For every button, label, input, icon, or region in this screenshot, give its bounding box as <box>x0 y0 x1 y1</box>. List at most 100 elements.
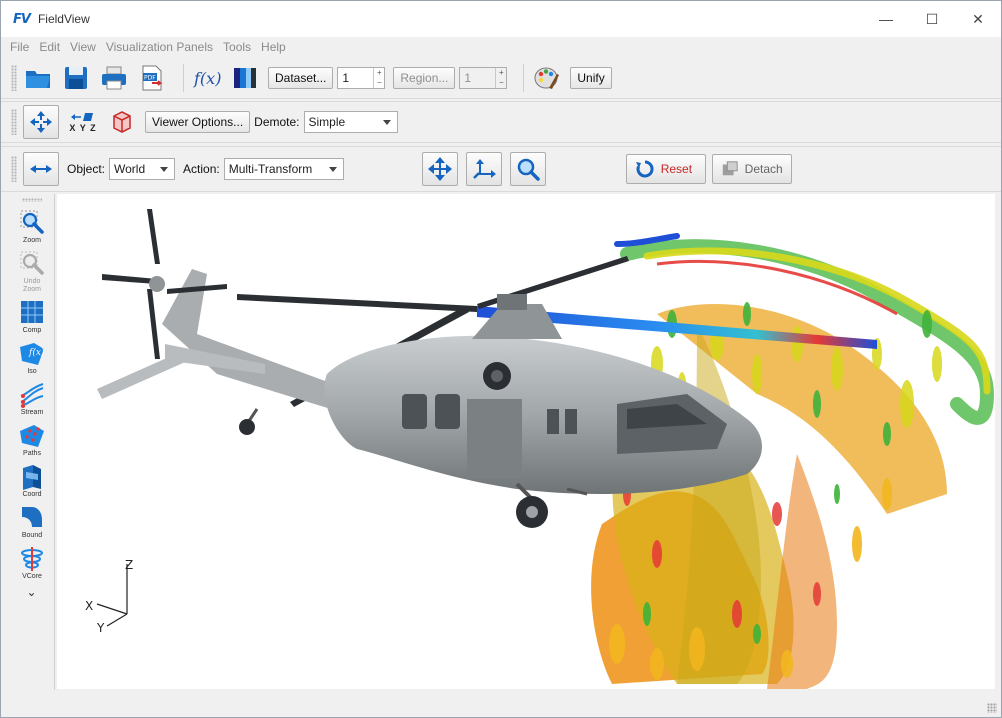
menu-tools[interactable]: Tools <box>223 40 251 54</box>
main-toolbar: PDF f(x) Dataset... 1 + − Region... 1 + − … <box>1 57 1001 99</box>
axis-z-label: Z <box>125 558 133 572</box>
chevron-down-icon <box>160 167 169 172</box>
svg-text:f(x): f(x) <box>193 69 221 88</box>
side-label-undo-zoom: Undo Zoom <box>23 278 41 293</box>
detach-label: Detach <box>744 162 783 176</box>
vortex-core-icon <box>21 547 43 571</box>
action-label: Action: <box>183 162 220 176</box>
resize-grip[interactable] <box>987 703 997 713</box>
menu-file[interactable]: File <box>10 40 29 54</box>
status-bar <box>1 691 1001 717</box>
app-logo: FV <box>13 11 31 27</box>
dataset-button[interactable]: Dataset... <box>268 66 334 89</box>
close-button[interactable]: ✕ <box>955 1 1001 37</box>
zoom-button[interactable] <box>509 152 546 186</box>
palette-icon[interactable] <box>532 63 562 93</box>
side-label-zoom: Zoom <box>23 237 41 244</box>
viewer-options-button[interactable]: Viewer Options... <box>145 111 251 133</box>
window-controls: — ☐ ✕ <box>863 1 1001 37</box>
axis-y-label: Y <box>96 621 105 635</box>
toolbar-grip[interactable] <box>11 64 17 91</box>
dataset-spin-arrows[interactable]: + − <box>373 67 384 88</box>
axis-x-label: X <box>85 599 93 613</box>
toolbar-grip[interactable] <box>11 109 17 135</box>
graphics-viewport[interactable]: Z X Y <box>57 194 995 689</box>
side-undo-zoom-button[interactable]: Undo Zoom <box>9 249 55 294</box>
action-select[interactable]: Multi-Transform <box>223 158 344 180</box>
viewer-toolbar: X Y Z Viewer Options... Demote: Simple <box>1 101 1001 143</box>
colormap-icon[interactable] <box>230 63 260 93</box>
demote-label: Demote: <box>254 115 300 129</box>
side-label-coord: Coord <box>22 491 42 498</box>
rotate-button[interactable] <box>465 152 502 186</box>
rotate-axes-icon <box>472 159 496 179</box>
move-arrows-icon <box>427 157 452 181</box>
object-value: World <box>114 162 146 176</box>
xyz-axes-button[interactable]: X Y Z <box>69 111 97 133</box>
bounding-box-icon[interactable] <box>107 107 137 137</box>
unify-button[interactable]: Unify <box>570 66 612 89</box>
save-icon[interactable] <box>61 63 91 93</box>
undo-zoom-icon <box>20 251 44 275</box>
toolbar-separator <box>183 63 184 92</box>
fit-view-icon <box>30 111 52 133</box>
region-spin-arrows[interactable]: + − <box>495 67 506 88</box>
svg-text:PDF: PDF <box>144 74 156 81</box>
translate-button[interactable] <box>421 152 458 186</box>
print-icon[interactable] <box>99 63 129 93</box>
computational-surface-icon <box>21 301 43 323</box>
maximize-button[interactable]: ☐ <box>909 1 955 37</box>
dataset-value: 1 <box>342 70 350 85</box>
side-bound-button[interactable]: Bound <box>9 503 55 540</box>
xyz-label: X Y Z <box>69 123 97 133</box>
side-stream-button[interactable]: Stream <box>9 380 55 417</box>
coordinate-surface-icon <box>23 465 41 490</box>
side-paths-button[interactable]: Paths <box>9 421 55 458</box>
region-spinbox[interactable]: 1 + − <box>459 66 508 89</box>
app-window: FV FieldView — ☐ ✕ File Edit View Visual… <box>0 0 1002 718</box>
chevron-down-icon <box>328 167 337 172</box>
transform-mode-button[interactable] <box>23 152 59 186</box>
visualization-side-panel: Zoom Undo Zoom Comp f(x) Iso Stream Path… <box>9 194 55 690</box>
demote-value: Simple <box>308 115 346 129</box>
window-title: FieldView <box>37 12 90 26</box>
iso-surface-icon: f(x) <box>20 343 45 365</box>
region-value: 1 <box>464 70 472 85</box>
side-iso-button[interactable]: f(x) Iso <box>9 339 55 376</box>
region-button[interactable]: Region... <box>393 66 456 89</box>
side-label-comp: Comp <box>22 327 42 334</box>
detach-button[interactable]: Detach <box>711 154 792 184</box>
menu-help[interactable]: Help <box>261 40 286 54</box>
side-label-stream: Stream <box>20 409 44 416</box>
open-folder-icon[interactable] <box>23 63 53 93</box>
transform-arrow-icon <box>30 165 52 173</box>
toolbar-grip[interactable] <box>11 156 17 182</box>
boundary-surface-icon <box>22 507 42 527</box>
demote-select[interactable]: Simple <box>303 111 398 133</box>
side-zoom-button[interactable]: Zoom <box>9 208 55 245</box>
fit-view-button[interactable] <box>23 105 59 139</box>
panel-grip[interactable] <box>21 198 42 202</box>
zoom-icon <box>20 210 44 234</box>
side-comp-button[interactable]: Comp <box>9 298 55 335</box>
menu-visualization-panels[interactable]: Visualization Panels <box>106 40 213 54</box>
menu-bar: File Edit View Visualization Panels Tool… <box>1 37 1001 57</box>
svg-text:f(x): f(x) <box>28 347 45 358</box>
side-coord-button[interactable]: Coord <box>9 462 55 499</box>
more-tools-chevron-icon[interactable]: ⌄ <box>9 585 54 599</box>
menu-view[interactable]: View <box>70 40 96 54</box>
streamline-icon <box>20 383 44 408</box>
function-icon[interactable]: f(x) <box>192 63 222 93</box>
magnifier-icon <box>517 158 540 181</box>
side-vcore-button[interactable]: VCore <box>9 544 55 581</box>
pdf-export-icon[interactable]: PDF <box>137 63 167 93</box>
side-label-bound: Bound <box>21 532 43 539</box>
object-select[interactable]: World <box>109 158 176 180</box>
minimize-button[interactable]: — <box>863 1 909 37</box>
detach-icon <box>722 161 738 176</box>
transform-toolbar: Object: World Action: Multi-Transform Re… <box>1 146 1001 192</box>
dataset-spinbox[interactable]: 1 + − <box>337 66 386 89</box>
menu-edit[interactable]: Edit <box>39 40 60 54</box>
axis-triad <box>96 564 128 627</box>
reset-button[interactable]: Reset <box>625 154 706 184</box>
